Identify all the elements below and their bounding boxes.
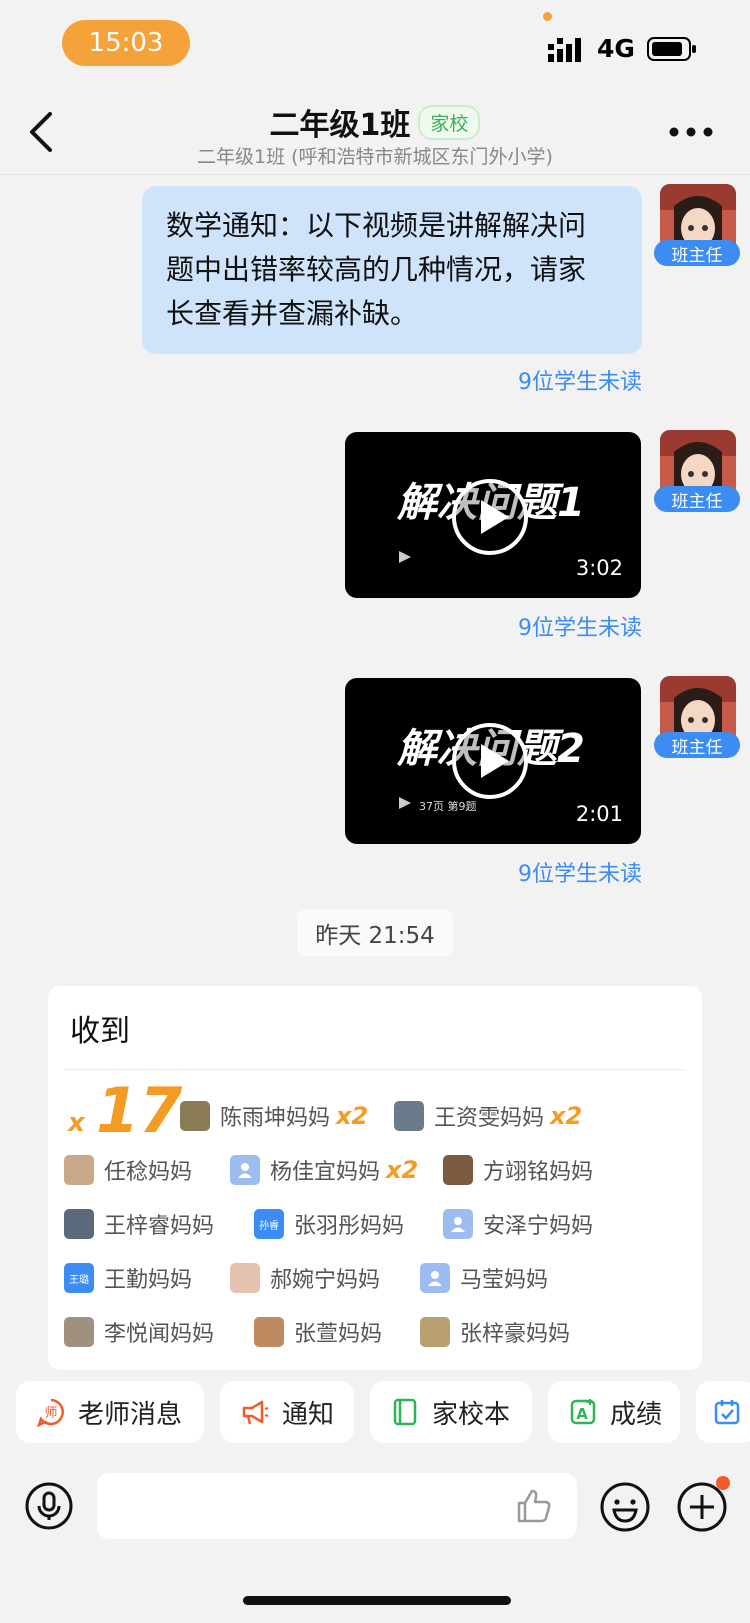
person-avatar bbox=[64, 1209, 94, 1239]
receipt-person[interactable]: 王璐 王勤妈妈 bbox=[64, 1262, 192, 1294]
receipt-person[interactable]: 张萱妈妈 bbox=[254, 1316, 382, 1348]
video-caption: 37页 第9题 bbox=[419, 800, 477, 813]
person-name: 马莹妈妈 bbox=[460, 1268, 549, 1293]
person-avatar bbox=[180, 1101, 210, 1131]
person-avatar bbox=[420, 1317, 450, 1347]
default-user-icon bbox=[420, 1263, 450, 1293]
receipt-person[interactable]: 李悦闻妈妈 bbox=[64, 1316, 214, 1348]
receipt-title: 收到 bbox=[70, 1014, 130, 1049]
quick-action-label: 家校本 bbox=[432, 1399, 511, 1430]
receipt-person[interactable]: 杨佳宜妈妈 x2 bbox=[230, 1154, 418, 1186]
person-avatar bbox=[394, 1101, 424, 1131]
thumbs-up-icon[interactable] bbox=[515, 1487, 553, 1525]
person-name: 李悦闻妈妈 bbox=[104, 1322, 215, 1347]
quick-action-checkin[interactable] bbox=[696, 1381, 750, 1443]
unread-status[interactable]: 9位学生未读 bbox=[342, 610, 642, 642]
svg-text:A: A bbox=[576, 1405, 588, 1423]
video-duration: 2:01 bbox=[575, 802, 623, 826]
header-divider bbox=[0, 174, 750, 175]
message-text: 数学通知：以下视频是讲解解决问题中出错率较高的几种情况，请家长查看并查漏补缺。 bbox=[166, 209, 587, 330]
unread-status[interactable]: 9位学生未读 bbox=[342, 364, 642, 396]
chat-title: 二年级1班 家校 bbox=[0, 100, 750, 144]
notebook-icon bbox=[393, 1398, 417, 1426]
quick-action-notice[interactable]: 通知 bbox=[220, 1381, 354, 1443]
calendar-check-icon bbox=[714, 1400, 740, 1425]
video-message[interactable]: 解决问题1 3:02 bbox=[345, 432, 641, 598]
card-divider bbox=[64, 1069, 686, 1070]
small-play-icon bbox=[399, 551, 411, 563]
network-type: 4G bbox=[597, 34, 635, 63]
svg-text:师: 师 bbox=[44, 1406, 57, 1421]
receipt-person[interactable]: 马莹妈妈 bbox=[420, 1262, 548, 1294]
receipt-person[interactable]: 张梓豪妈妈 bbox=[420, 1316, 570, 1348]
person-multiplier: x2 bbox=[336, 1102, 369, 1130]
person-name: 郝婉宁妈妈 bbox=[270, 1268, 381, 1293]
person-name: 杨佳宜妈妈 bbox=[270, 1160, 381, 1185]
receipt-person[interactable]: 王资雯妈妈 x2 bbox=[394, 1100, 582, 1132]
person-avatar bbox=[254, 1317, 284, 1347]
role-badge: 班主任 bbox=[654, 240, 740, 266]
person-name: 陈雨坤妈妈 bbox=[220, 1106, 331, 1131]
role-badge: 班主任 bbox=[654, 486, 740, 512]
person-avatar bbox=[230, 1263, 260, 1293]
megaphone-icon bbox=[242, 1400, 269, 1425]
receipt-person[interactable]: 陈雨坤妈妈 x2 bbox=[180, 1100, 368, 1132]
person-name: 安泽宁妈妈 bbox=[483, 1214, 594, 1239]
default-user-icon bbox=[230, 1155, 260, 1185]
person-name: 张梓豪妈妈 bbox=[460, 1322, 571, 1347]
role-badge: 班主任 bbox=[654, 732, 740, 758]
recording-dot bbox=[543, 12, 552, 21]
quick-action-teacher-message[interactable]: 师 老师消息 bbox=[16, 1381, 204, 1443]
person-avatar bbox=[443, 1155, 473, 1185]
person-name: 任稔妈妈 bbox=[104, 1160, 193, 1185]
small-play-icon bbox=[399, 797, 411, 809]
person-multiplier: x2 bbox=[386, 1156, 419, 1184]
message-timestamp: 昨天 21:54 bbox=[297, 910, 453, 956]
quick-action-label: 成绩 bbox=[610, 1399, 663, 1430]
receipt-person[interactable]: 郝婉宁妈妈 bbox=[230, 1262, 380, 1294]
quick-action-homework[interactable]: 家校本 bbox=[370, 1381, 532, 1443]
receipt-person[interactable]: 任稔妈妈 bbox=[64, 1154, 192, 1186]
status-time: 15:03 bbox=[62, 20, 190, 66]
page-subtitle: 二年级1班 (呼和浩特市新城区东门外小学) bbox=[197, 146, 553, 168]
receipt-count: 17 bbox=[96, 1074, 183, 1147]
person-name: 张羽彤妈妈 bbox=[294, 1214, 405, 1239]
quick-action-label: 老师消息 bbox=[78, 1399, 183, 1430]
grade-icon: A bbox=[570, 1399, 596, 1425]
play-icon[interactable] bbox=[451, 478, 529, 556]
person-name: 方翊铭妈妈 bbox=[483, 1160, 594, 1185]
emoji-icon[interactable] bbox=[599, 1481, 651, 1533]
home-indicator[interactable] bbox=[243, 1596, 511, 1605]
person-multiplier: x2 bbox=[550, 1102, 583, 1130]
receipt-person[interactable]: 孙睿 张羽彤妈妈 bbox=[254, 1208, 404, 1240]
group-type-badge: 家校 bbox=[418, 104, 481, 140]
person-avatar: 王璐 bbox=[64, 1263, 94, 1293]
receipt-person[interactable]: 安泽宁妈妈 bbox=[443, 1208, 593, 1240]
quick-action-label: 通知 bbox=[282, 1399, 335, 1430]
unread-status[interactable]: 9位学生未读 bbox=[342, 856, 642, 888]
default-user-icon bbox=[443, 1209, 473, 1239]
count-prefix: x bbox=[68, 1108, 85, 1138]
person-avatar bbox=[64, 1155, 94, 1185]
battery-icon bbox=[647, 37, 696, 61]
more-icon[interactable] bbox=[668, 126, 714, 138]
receipt-person[interactable]: 方翊铭妈妈 bbox=[443, 1154, 593, 1186]
person-name: 王勤妈妈 bbox=[104, 1268, 193, 1293]
person-avatar bbox=[64, 1317, 94, 1347]
person-avatar: 孙睿 bbox=[254, 1209, 284, 1239]
person-name: 张萱妈妈 bbox=[294, 1322, 383, 1347]
receipt-person[interactable]: 王梓睿妈妈 bbox=[64, 1208, 214, 1240]
voice-icon[interactable] bbox=[24, 1481, 74, 1531]
teacher-message-icon: 师 bbox=[37, 1398, 64, 1427]
play-icon[interactable] bbox=[451, 722, 529, 800]
person-name: 王梓睿妈妈 bbox=[104, 1214, 215, 1239]
quick-action-grades[interactable]: A 成绩 bbox=[548, 1381, 680, 1443]
signal-icon bbox=[548, 38, 581, 62]
person-name: 王资雯妈妈 bbox=[434, 1106, 545, 1131]
notification-dot bbox=[716, 1476, 730, 1490]
video-duration: 3:02 bbox=[575, 556, 623, 580]
page-title: 二年级1班 bbox=[269, 108, 411, 143]
message-input[interactable] bbox=[97, 1473, 577, 1539]
video-message[interactable]: 解决问题2 37页 第9题 2:01 bbox=[345, 678, 641, 844]
